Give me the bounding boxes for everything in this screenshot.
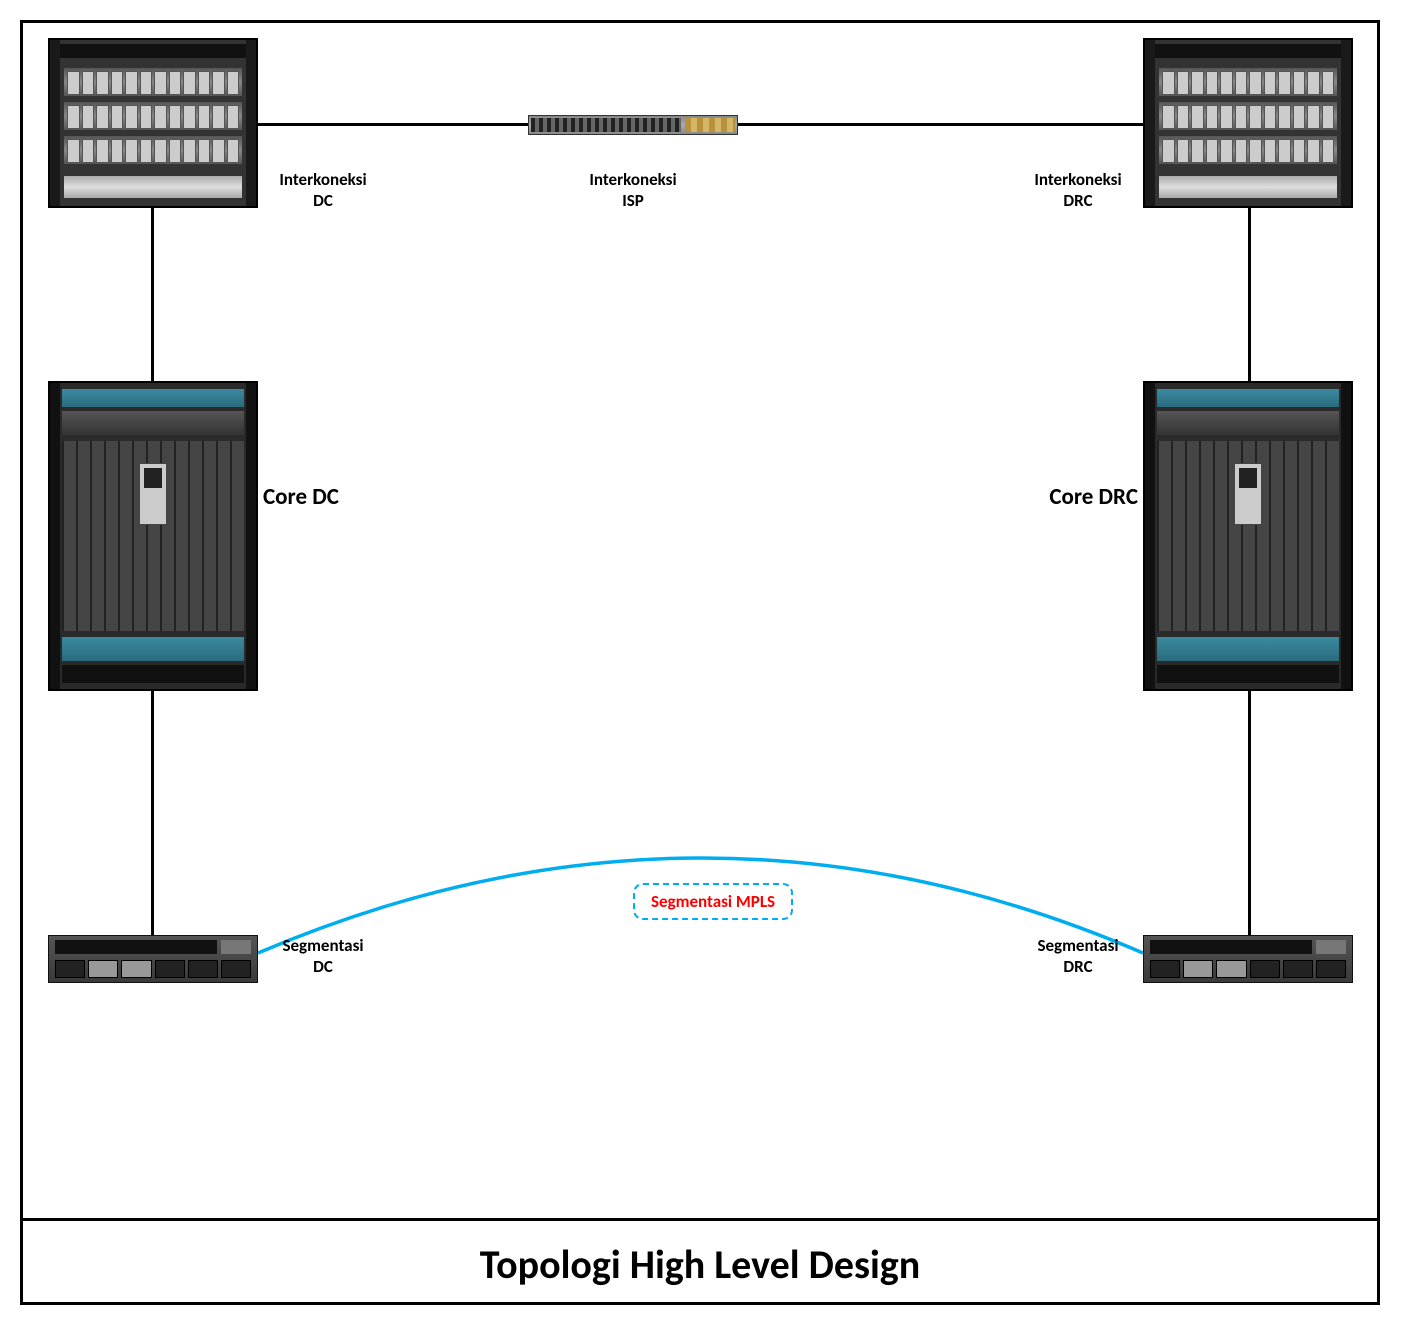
device-interkoneksi-drc (1143, 38, 1353, 208)
mpls-box-text: Segmentasi MPLS (651, 891, 775, 912)
link-interkoneksi-dc-core-dc (151, 208, 154, 383)
device-segmentasi-drc (1143, 935, 1353, 983)
label-interkoneksi-drc: Interkoneksi DRC (1018, 169, 1138, 212)
device-core-dc (48, 381, 258, 691)
diagram-title: Topologi High Level Design (480, 1240, 921, 1289)
label-interkoneksi-isp: Interkoneksi ISP (573, 169, 693, 212)
label-core-dc: Core DC (263, 483, 383, 512)
device-segmentasi-dc (48, 935, 258, 983)
device-interkoneksi-isp (528, 115, 738, 135)
diagram-frame: Interkoneksi DC Interkoneksi ISP Interko… (20, 20, 1380, 1305)
device-interkoneksi-dc (48, 38, 258, 208)
link-interkoneksi-drc-core-drc (1248, 208, 1251, 383)
label-interkoneksi-dc: Interkoneksi DC (263, 169, 383, 212)
label-segmentasi-dc: Segmentasi DC (263, 935, 383, 978)
link-core-drc-segmentasi-drc (1248, 688, 1251, 938)
label-core-drc: Core DRC (1018, 483, 1138, 512)
link-core-dc-segmentasi-dc (151, 688, 154, 938)
title-bar: Topologi High Level Design (23, 1221, 1377, 1308)
label-segmentasi-drc: Segmentasi DRC (1018, 935, 1138, 978)
diagram-canvas: Interkoneksi DC Interkoneksi ISP Interko… (23, 23, 1377, 1221)
device-core-drc (1143, 381, 1353, 691)
label-segmentasi-mpls: Segmentasi MPLS (633, 883, 793, 920)
